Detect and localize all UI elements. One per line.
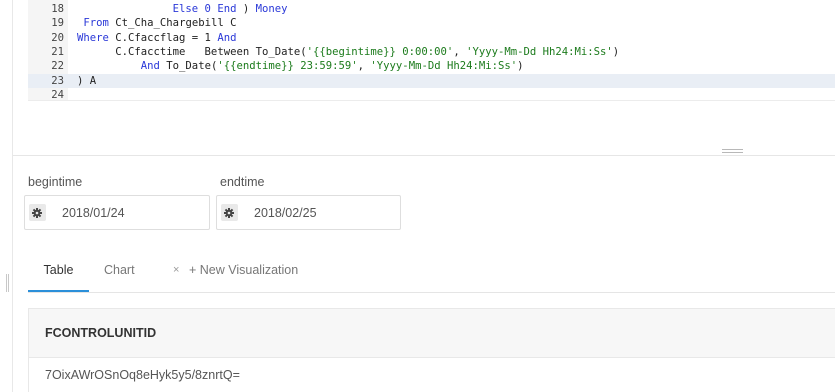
sql-token: ) bbox=[517, 60, 524, 73]
sql-token: To_Date( bbox=[159, 60, 218, 73]
sql-token: , bbox=[357, 60, 371, 73]
gear-icon bbox=[224, 207, 234, 218]
sql-keyword: From bbox=[83, 17, 109, 30]
sql-token: ) bbox=[236, 3, 256, 15]
code-text: Where C.Cfaccflag = 1 And bbox=[77, 31, 236, 45]
param-input-endtime[interactable]: 2018/02/25 bbox=[216, 195, 401, 230]
param-input-begintime[interactable]: 2018/01/24 bbox=[24, 195, 210, 230]
sql-string: '{{begintime}} 0:00:00' bbox=[306, 45, 454, 58]
code-text: From Ct_Cha_Chargebill C bbox=[77, 16, 236, 30]
sql-token: , bbox=[453, 45, 467, 58]
sql-string: 'Yyyy-Mm-Dd Hh24:Mi:Ss' bbox=[466, 45, 613, 58]
code-line[interactable]: 23 ) A bbox=[28, 73, 835, 88]
code-line[interactable]: 22 And To_Date('{{endtime}} 23:59:59', '… bbox=[28, 59, 835, 73]
editor-results-splitter bbox=[13, 155, 835, 156]
sql-keyword: Money bbox=[255, 3, 288, 15]
tab-chart-label: Chart bbox=[104, 263, 135, 277]
code-line[interactable]: 19 From Ct_Cha_Chargebill C bbox=[28, 16, 835, 30]
tab-chart[interactable]: Chart bbox=[104, 250, 135, 292]
sql-token: C.Cfacctime Between To_Date( bbox=[77, 45, 307, 58]
new-visualization-button[interactable]: + New Visualization bbox=[189, 250, 298, 292]
tab-table[interactable]: Table bbox=[28, 250, 89, 292]
code-line[interactable]: 24 bbox=[28, 88, 835, 102]
sql-keyword: Where bbox=[77, 31, 109, 44]
column-header-fcontrolunitid[interactable]: FCONTROLUNITID bbox=[29, 309, 835, 358]
close-icon[interactable]: × bbox=[173, 250, 179, 290]
active-tab-indicator bbox=[28, 290, 89, 292]
code-text: ) A bbox=[77, 74, 96, 88]
results-table: FCONTROLUNITID 7OixAWrOSnOq8eHyk5y5/8znr… bbox=[28, 308, 835, 392]
left-panel-rail bbox=[0, 0, 13, 392]
sql-keyword: And bbox=[140, 60, 160, 73]
line-number: 18 bbox=[51, 3, 64, 15]
sql-keyword: And bbox=[217, 31, 237, 44]
gear-icon bbox=[32, 207, 42, 218]
param-settings-button[interactable] bbox=[25, 196, 49, 229]
sql-string: '{{endtime}} 23:59:59' bbox=[217, 60, 358, 73]
line-number: 19 bbox=[51, 17, 64, 30]
line-number: 23 bbox=[51, 74, 64, 87]
panel-resize-grip[interactable] bbox=[6, 274, 9, 292]
code-text: And To_Date('{{endtime}} 23:59:59', 'Yyy… bbox=[77, 59, 524, 73]
param-label-begintime: begintime bbox=[28, 175, 83, 189]
new-visualization-label: + New Visualization bbox=[189, 263, 299, 277]
param-value-begintime[interactable]: 2018/01/24 bbox=[62, 206, 125, 220]
sql-token: ) A bbox=[77, 74, 97, 87]
code-text: C.Cfacctime Between To_Date('{{begintime… bbox=[77, 45, 619, 59]
table-cell[interactable]: 7OixAWrOSnOq8eHyk5y5/8znrtQ= bbox=[29, 358, 835, 392]
code-line[interactable]: 18 Else 0 End ) Money bbox=[28, 2, 835, 16]
visualization-tabs: Table Chart × + New Visualization bbox=[28, 250, 835, 293]
code-text: Else 0 End ) Money bbox=[77, 2, 288, 16]
line-number: 20 bbox=[51, 31, 64, 44]
param-settings-button[interactable] bbox=[217, 196, 241, 229]
splitter-drag-handle[interactable] bbox=[722, 149, 743, 153]
sql-token: ) bbox=[612, 45, 620, 58]
param-value-endtime[interactable]: 2018/02/25 bbox=[254, 206, 317, 220]
code-line[interactable]: 21 C.Cfacctime Between To_Date('{{begint… bbox=[28, 45, 835, 59]
sql-editor[interactable]: 18 Else 0 End ) Money 19 From Ct_Cha_Char… bbox=[28, 0, 835, 101]
code-line[interactable]: 20 Where C.Cfaccflag = 1 And bbox=[28, 31, 835, 45]
sql-string: 'Yyyy-Mm-Dd Hh24:Mi:Ss' bbox=[370, 60, 518, 73]
sql-keyword: Else 0 End bbox=[172, 3, 237, 15]
line-number: 21 bbox=[51, 45, 64, 58]
line-number: 22 bbox=[51, 60, 64, 73]
param-label-endtime: endtime bbox=[220, 175, 265, 189]
sql-token: C.Cfaccflag = 1 bbox=[108, 31, 218, 44]
sql-token: Ct_Cha_Chargebill C bbox=[108, 17, 237, 30]
tab-table-label: Table bbox=[43, 263, 74, 277]
line-number: 24 bbox=[51, 88, 64, 101]
